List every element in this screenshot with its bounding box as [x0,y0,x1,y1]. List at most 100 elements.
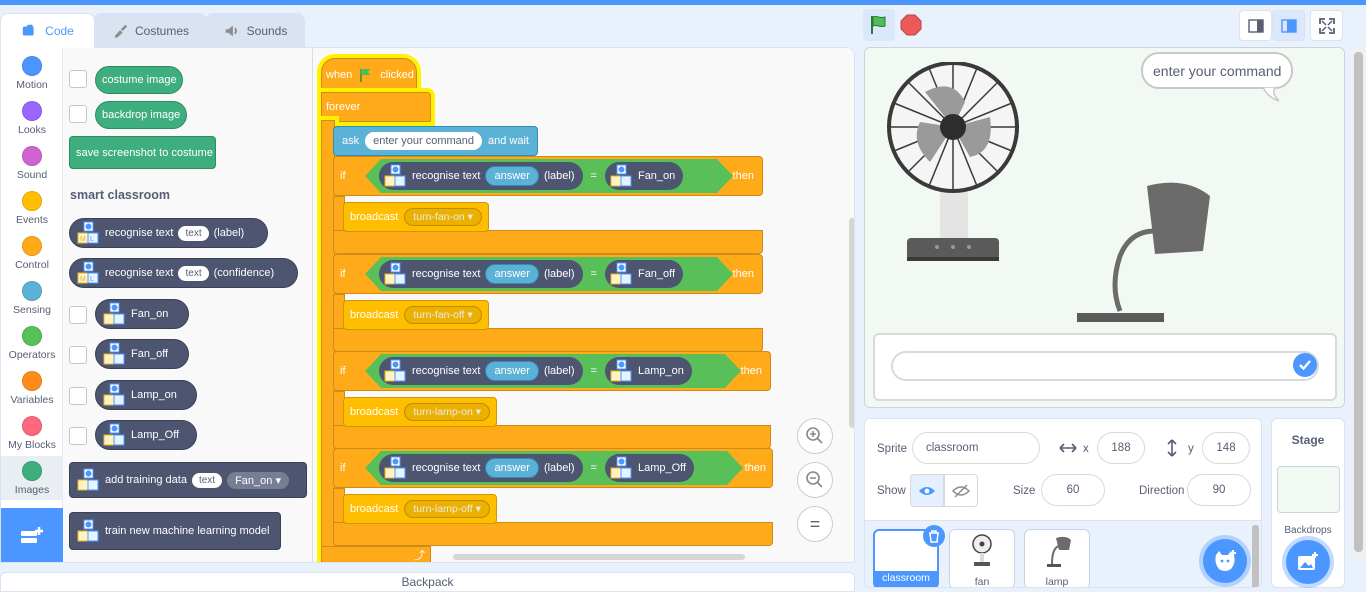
direction-input[interactable]: 90 [1187,474,1251,506]
train-model-block[interactable]: train new machine learning model [69,512,281,550]
checkbox[interactable] [69,306,87,324]
equals-operator[interactable]: recognise text answer (label) = Fan_on [365,159,733,193]
recognise-text-reporter[interactable]: recognise text answer (label) [379,357,583,385]
forever-block[interactable]: forever [321,92,431,122]
zoom-out-button[interactable] [797,462,833,498]
answer-reporter[interactable]: answer [485,458,538,478]
add-extension-button[interactable] [1,508,63,562]
answer-reporter[interactable]: answer [485,166,538,186]
recognise-text-reporter[interactable]: recognise text answer (label) [379,454,583,482]
tab-costumes[interactable]: Costumes [93,13,207,48]
direction-label: Direction [1139,485,1185,497]
broadcast-block-2[interactable]: broadcast turn-fan-off ▾ [343,300,489,330]
message-dropdown[interactable]: turn-lamp-on ▾ [404,403,491,421]
fan-sprite[interactable] [885,62,1025,267]
y-input[interactable]: 148 [1202,432,1250,464]
when-flag-clicked-block[interactable]: when clicked [321,58,417,92]
costume-image-block[interactable]: costume image [95,66,183,94]
answer-reporter[interactable]: answer [485,264,538,284]
ask-block[interactable]: ask enter your command and wait [333,126,538,156]
backdrop-image-block[interactable]: backdrop image [95,101,187,129]
message-dropdown[interactable]: turn-fan-off ▾ [404,306,482,324]
label-dropdown[interactable]: Fan_on ▾ [227,471,289,489]
equals-operator[interactable]: recognise text answer (label) = Lamp_on [365,354,741,388]
script-vscrollbar[interactable] [849,218,854,428]
show-visible-button[interactable] [910,474,944,507]
large-stage-button[interactable] [1272,10,1305,41]
add-sprite-button[interactable] [1203,539,1247,583]
checkbox[interactable] [69,70,87,88]
recognise-confidence-block[interactable]: ML recognise text text (confidence) [69,258,298,288]
checkbox[interactable] [69,105,87,123]
message-dropdown[interactable]: turn-lamp-off ▾ [404,500,490,518]
stage-target-panel[interactable]: Stage Backdrops [1271,418,1345,588]
recognise-text-reporter[interactable]: recognise text answer (label) [379,162,583,190]
save-screenshot-block[interactable]: save screenshot to costume [69,136,216,169]
text-input[interactable]: text [178,265,209,281]
script-area[interactable]: when clicked forever ask enter your comm… [313,48,854,562]
checkbox[interactable] [69,387,87,405]
text-input[interactable]: text [191,472,223,488]
lamp-sprite[interactable] [1075,176,1215,326]
label-reporter[interactable]: Fan_off [605,260,683,288]
label-block-fan-off[interactable]: Fan_off [95,339,189,369]
sprite-tile-lamp[interactable]: lamp [1024,529,1090,587]
page-scrollbar-thumb[interactable] [1354,52,1363,552]
fullscreen-button[interactable] [1310,10,1343,41]
green-flag-button[interactable] [863,9,895,41]
backpack[interactable]: Backpack [0,572,855,592]
ask-answer-input[interactable] [891,351,1319,381]
stage[interactable]: enter your command [864,47,1345,408]
equals-operator[interactable]: recognise text answer (label) = Lamp_Off [365,451,743,485]
broadcast-block-3[interactable]: broadcast turn-lamp-on ▾ [343,397,498,427]
page-scrollbar[interactable] [1352,47,1365,557]
size-input[interactable]: 60 [1041,474,1105,506]
category-operators[interactable]: Operators [1,326,63,361]
tab-code[interactable]: Code [0,13,95,48]
label-reporter[interactable]: Lamp_Off [605,454,694,482]
recognise-label-block[interactable]: ML recognise text text (label) [69,218,268,248]
ask-text-input[interactable]: enter your command [365,132,483,150]
zoom-reset-button[interactable]: = [797,506,833,542]
stop-button[interactable] [895,9,927,41]
add-backdrop-button[interactable] [1286,540,1330,584]
show-hidden-button[interactable] [944,474,978,507]
images-dot-icon [22,461,42,481]
sprite-name-input[interactable]: classroom [912,432,1040,464]
category-images[interactable]: Images [1,456,63,500]
delete-sprite-button[interactable] [923,525,945,547]
answer-reporter[interactable]: answer [485,361,538,381]
message-dropdown[interactable]: turn-fan-on ▾ [404,208,482,226]
text-input[interactable]: text [178,225,209,241]
checkbox[interactable] [69,427,87,445]
category-label: Events [15,214,49,226]
category-sound[interactable]: Sound [1,146,63,181]
sprite-tile-fan[interactable]: fan [949,529,1015,587]
category-looks[interactable]: Looks [1,101,63,136]
category-sensing[interactable]: Sensing [1,281,63,316]
submit-answer-button[interactable] [1293,353,1317,377]
recognise-text-reporter[interactable]: recognise text answer (label) [379,260,583,288]
label-block-fan-on[interactable]: Fan_on [95,299,189,329]
script-hscrollbar[interactable] [453,554,745,560]
label-block-lamp-on[interactable]: Lamp_on [95,380,197,410]
label-reporter[interactable]: Fan_on [605,162,683,190]
category-variables[interactable]: Variables [1,371,63,406]
equals-operator[interactable]: recognise text answer (label) = Fan_off [365,257,733,291]
backdrop-thumbnail[interactable] [1277,466,1340,513]
tab-sounds[interactable]: Sounds [205,13,305,48]
x-input[interactable]: 188 [1097,432,1145,464]
sprite-list-scrollbar[interactable] [1252,525,1259,587]
label-reporter[interactable]: Lamp_on [605,357,692,385]
add-training-data-block[interactable]: add training data text Fan_on ▾ [69,462,307,498]
label-block-lamp-off[interactable]: Lamp_Off [95,420,197,450]
category-motion[interactable]: Motion [1,56,63,91]
broadcast-block-1[interactable]: broadcast turn-fan-on ▾ [343,202,489,232]
small-stage-button[interactable] [1239,10,1272,41]
checkbox[interactable] [69,346,87,364]
category-control[interactable]: Control [1,236,63,271]
category-events[interactable]: Events [1,191,63,226]
zoom-in-button[interactable] [797,418,833,454]
broadcast-block-4[interactable]: broadcast turn-lamp-off ▾ [343,494,497,524]
category-my-blocks[interactable]: My Blocks [1,416,63,451]
